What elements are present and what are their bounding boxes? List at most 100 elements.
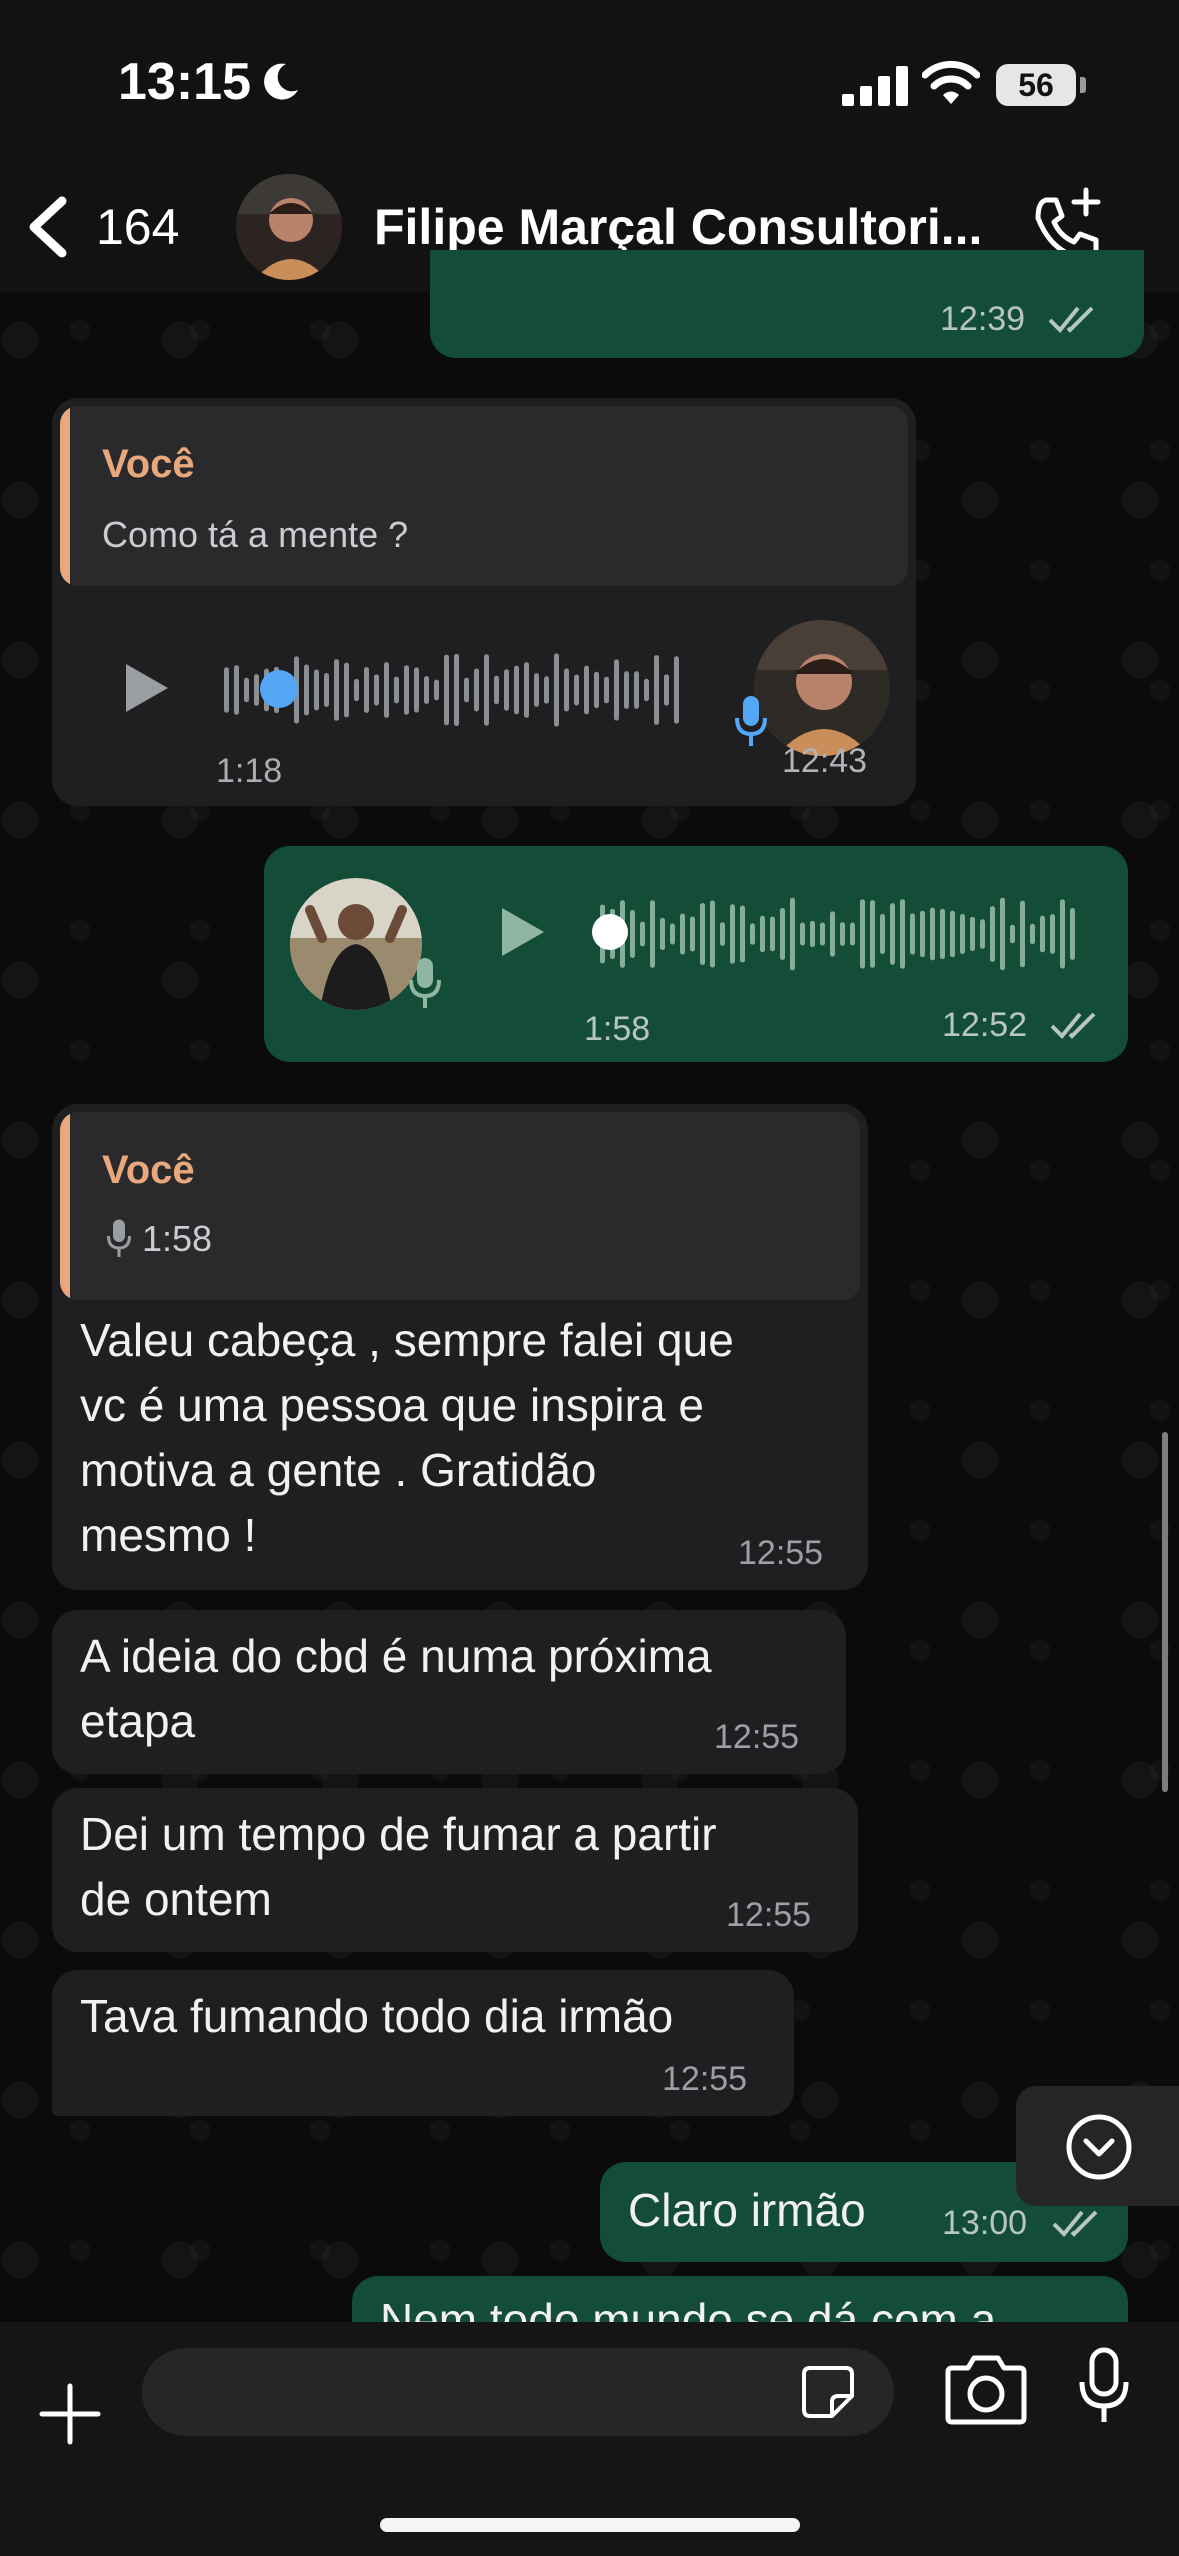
message-text-line: Dei um tempo de fumar a partir: [80, 1808, 717, 1860]
plus-icon[interactable]: [38, 2382, 102, 2446]
waveform-bar: [650, 900, 655, 968]
sticker-icon[interactable]: [798, 2362, 858, 2422]
quote-accent-bar: [60, 1112, 70, 1300]
waveform-bar: [394, 676, 399, 704]
message-incoming-voice[interactable]: Você Como tá a mente ? 1:18 12:43: [52, 398, 916, 806]
message-text-line: motiva a gente . Gratidão: [80, 1444, 597, 1496]
read-ticks-icon: [1048, 306, 1094, 333]
waveform-bar: [900, 899, 905, 969]
waveform-bar: [474, 668, 479, 712]
waveform-bar: [374, 674, 379, 706]
waveform-bar: [434, 679, 439, 701]
waveform-bar: [514, 665, 519, 715]
waveform-bar: [624, 671, 629, 709]
status-time: 13:15: [118, 53, 251, 111]
voice-progress-dot[interactable]: [592, 914, 628, 950]
waveform-bar: [234, 665, 239, 715]
waveform-bar: [654, 655, 659, 725]
status-bar: 13:15 56: [0, 0, 1179, 160]
waveform-bar: [660, 917, 665, 951]
message-text: Claro irmão: [628, 2184, 866, 2236]
waveform-bar: [800, 922, 805, 946]
waveform-bar: [890, 903, 895, 965]
scrollbar-thumb[interactable]: [1162, 1432, 1168, 1792]
voice-duration: 1:58: [584, 1010, 651, 1048]
quote-accent-bar: [60, 406, 70, 586]
voice-duration: 1:18: [216, 752, 283, 790]
waveform-bar: [1070, 908, 1075, 960]
waveform-bar: [534, 673, 539, 707]
scroll-to-bottom-button[interactable]: [1016, 2086, 1179, 2206]
quoted-message[interactable]: Você Como tá a mente ?: [60, 406, 908, 586]
message-time: 12:55: [726, 1896, 812, 1934]
waveform-bar: [820, 922, 825, 946]
contact-avatar[interactable]: [236, 174, 342, 280]
cellular-signal-icon: [842, 66, 908, 106]
play-icon[interactable]: [122, 660, 172, 716]
quote-author: Você: [102, 442, 195, 486]
waveform-bar: [970, 916, 975, 952]
waveform-bar: [1000, 897, 1005, 971]
play-icon[interactable]: [498, 904, 548, 960]
waveform-bar: [790, 897, 795, 971]
message-text-line: de ontem: [80, 1873, 272, 1925]
message-outgoing-voice[interactable]: 1:58 12:52: [264, 846, 1128, 1062]
waveform-bar: [810, 920, 815, 948]
voice-progress-dot[interactable]: [260, 670, 298, 708]
waveform-bar: [574, 674, 579, 706]
battery-cap: [1080, 77, 1086, 93]
waveform-bar: [950, 910, 955, 958]
waveform-bar: [554, 653, 559, 727]
message-time: 13:00: [942, 2204, 1028, 2242]
mic-icon[interactable]: [1078, 2346, 1130, 2426]
waveform-bar: [364, 667, 369, 713]
message-input[interactable]: [142, 2348, 894, 2436]
waveform-bar: [484, 654, 489, 726]
sender-avatar: [754, 620, 890, 756]
waveform-bar: [424, 676, 429, 704]
waveform-bar: [720, 922, 725, 946]
waveform-bar: [324, 673, 329, 707]
waveform-bar: [464, 677, 469, 703]
waveform-bar: [1030, 923, 1035, 945]
quote-author: Você: [102, 1148, 195, 1192]
chat-title[interactable]: Filipe Marçal Consultori...: [374, 198, 1014, 256]
waveform-bar: [344, 662, 349, 718]
waveform-bar: [254, 674, 259, 706]
waveform-bar: [630, 910, 635, 958]
read-ticks-icon: [1052, 2210, 1098, 2237]
waveform-bar: [1050, 914, 1055, 954]
composer-bar: [0, 2322, 1179, 2556]
message-time: 12:43: [782, 742, 868, 780]
waveform-bar: [860, 899, 865, 969]
waveform-bar: [690, 916, 695, 952]
home-indicator[interactable]: [380, 2518, 800, 2532]
voice-waveform[interactable]: [600, 894, 1080, 974]
waveform-bar: [740, 905, 745, 963]
waveform-bar: [634, 671, 639, 709]
message-time: 12:39: [940, 300, 1026, 338]
back-chevron-icon[interactable]: [22, 195, 72, 259]
quote-text: Como tá a mente ?: [102, 514, 409, 555]
unread-count[interactable]: 164: [96, 198, 179, 256]
moon-icon: [264, 63, 298, 100]
waveform-bar: [930, 907, 935, 961]
waveform-bar: [700, 902, 705, 966]
battery-level: 56: [996, 64, 1076, 106]
message-incoming-text[interactable]: Dei um tempo de fumar a partir de ontem …: [52, 1788, 858, 1952]
read-ticks-icon: [1050, 1012, 1096, 1039]
message-text-line: Valeu cabeça , sempre falei que: [80, 1314, 734, 1366]
camera-icon[interactable]: [944, 2350, 1028, 2426]
message-incoming-reply[interactable]: Você 1:58 Valeu cabeça , sempre falei qu…: [52, 1104, 868, 1590]
waveform-bar: [664, 674, 669, 706]
message-incoming-text[interactable]: A ideia do cbd é numa próxima etapa 12:5…: [52, 1610, 846, 1774]
quoted-message[interactable]: Você 1:58: [60, 1112, 860, 1300]
waveform-bar: [314, 669, 319, 711]
waveform-bar: [1060, 899, 1065, 969]
message-incoming-text[interactable]: Tava fumando todo dia irmão 12:55: [52, 1970, 794, 2116]
waveform-bar: [404, 665, 409, 715]
quote-voice-duration: 1:58: [142, 1218, 213, 1259]
message-text-line: Tava fumando todo dia irmão: [80, 1990, 674, 2042]
message-outgoing[interactable]: 12:39: [430, 250, 1144, 358]
waveform-bar: [830, 911, 835, 957]
